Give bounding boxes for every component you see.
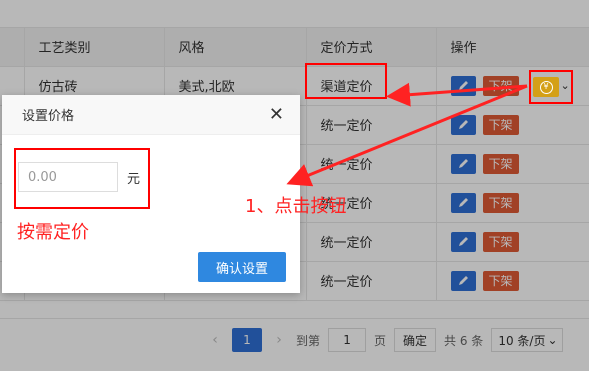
arrow-to-dialog bbox=[286, 84, 528, 187]
annotation-arrows bbox=[286, 82, 528, 187]
